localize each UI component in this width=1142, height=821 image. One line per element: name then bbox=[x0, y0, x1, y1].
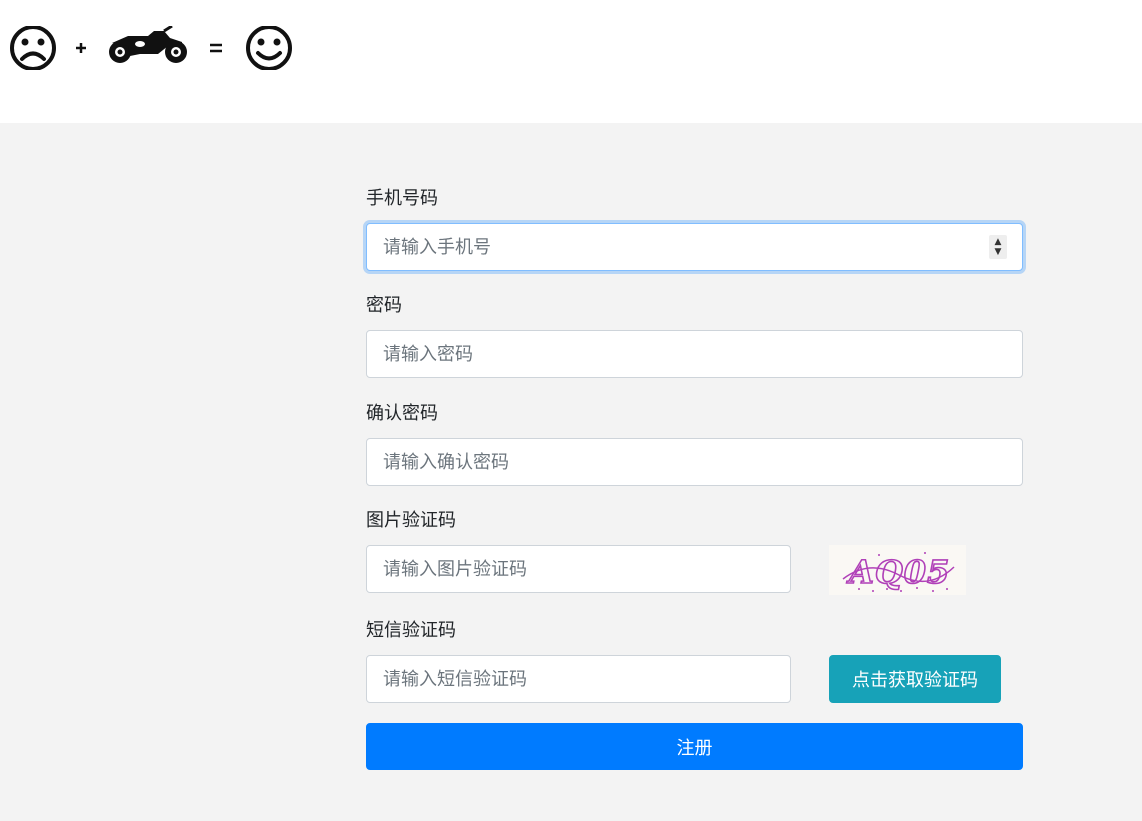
password-label: 密码 bbox=[366, 295, 402, 316]
equals-icon bbox=[210, 43, 222, 53]
spinner-down-icon[interactable]: ▼ bbox=[995, 247, 1002, 257]
phone-field-wrapper: ▲ ▼ bbox=[366, 223, 1023, 271]
header bbox=[0, 0, 1142, 123]
captcha-text: AQ05 bbox=[846, 553, 950, 591]
captcha-image[interactable]: AQ05 bbox=[829, 545, 966, 595]
register-button[interactable]: 注册 bbox=[366, 723, 1023, 770]
password-input[interactable] bbox=[366, 330, 1023, 378]
image-code-input[interactable] bbox=[366, 545, 791, 593]
confirm-password-input[interactable] bbox=[366, 438, 1023, 486]
sms-code-label: 短信验证码 bbox=[366, 620, 456, 641]
happy-face-icon bbox=[246, 26, 292, 70]
image-code-label: 图片验证码 bbox=[366, 510, 456, 531]
motorcycle-icon bbox=[109, 26, 187, 63]
sad-face-icon bbox=[10, 26, 56, 70]
spinner-up-icon[interactable]: ▲ bbox=[995, 237, 1002, 247]
plus-icon bbox=[76, 43, 86, 53]
logo bbox=[8, 26, 298, 70]
phone-input[interactable] bbox=[366, 223, 1023, 271]
phone-label: 手机号码 bbox=[366, 188, 438, 209]
sms-code-input[interactable] bbox=[366, 655, 791, 703]
get-sms-code-button[interactable]: 点击获取验证码 bbox=[829, 655, 1001, 703]
number-spinner[interactable]: ▲ ▼ bbox=[989, 235, 1007, 259]
confirm-password-label: 确认密码 bbox=[366, 403, 438, 424]
